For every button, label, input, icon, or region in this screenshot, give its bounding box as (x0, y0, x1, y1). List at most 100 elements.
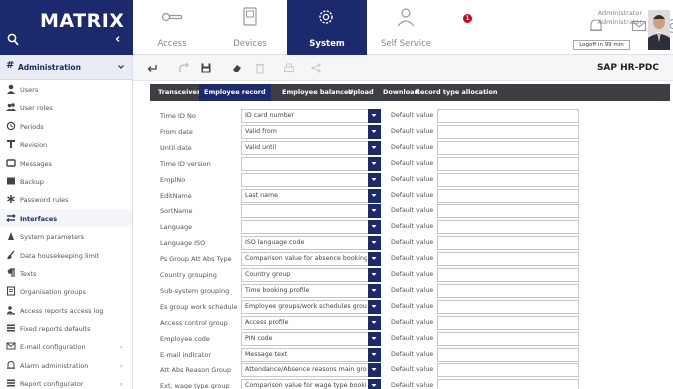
field-mapping-value: Access profile (245, 318, 289, 326)
sidebar-section-administration[interactable]: # Administration (0, 55, 132, 80)
save-icon[interactable] (200, 62, 212, 74)
default-value-input[interactable] (437, 124, 579, 139)
field-label: SortName (160, 207, 193, 216)
nav-devices[interactable]: Devices (211, 0, 289, 55)
default-value-label: Default value (391, 382, 434, 389)
default-value-input[interactable] (437, 331, 579, 346)
dropdown-button[interactable] (368, 220, 381, 235)
sidebar-item-revision[interactable]: Revision (0, 135, 132, 153)
dropdown-button[interactable] (368, 236, 381, 251)
logoff-button[interactable]: Logoff in 99 min (573, 40, 630, 50)
sidebar-section-label: Administration (18, 63, 81, 72)
sidebar-item-texts[interactable]: Texts (0, 264, 132, 282)
chevron-down-icon (371, 209, 377, 213)
default-value-input[interactable] (437, 268, 579, 282)
default-value-input[interactable] (437, 172, 579, 187)
notification-badge: 1 (463, 14, 472, 23)
field-mapping-select[interactable]: Attendance/Absence reasons main group (241, 363, 381, 378)
sidebar-item-system-parameters[interactable]: System parameters (0, 227, 132, 245)
search-icon[interactable] (7, 33, 19, 47)
field-mapping-select[interactable]: Last name (241, 188, 381, 203)
default-value-input[interactable] (437, 236, 579, 251)
sidebar-item-messages[interactable]: Messages (0, 154, 132, 172)
dropdown-button[interactable] (368, 331, 381, 346)
tab-record-type-allocation[interactable]: Record type allocation (410, 84, 503, 101)
sidebar-item-interfaces[interactable]: Interfaces (0, 208, 132, 228)
dropdown-button[interactable] (368, 347, 381, 362)
sidebar-item-periods[interactable]: Periods (0, 117, 132, 135)
revision-icon (7, 140, 15, 149)
avatar[interactable] (648, 10, 670, 50)
dropdown-button[interactable] (368, 124, 381, 139)
default-value-input[interactable] (437, 283, 579, 298)
sidebar-item-data-housekeeping-limit[interactable]: Data housekeeping limit (0, 246, 132, 264)
field-mapping-select[interactable] (241, 172, 381, 187)
default-value-input[interactable] (437, 109, 579, 123)
dropdown-button[interactable] (368, 252, 381, 267)
default-value-input[interactable] (437, 347, 579, 362)
eraser-icon[interactable] (231, 62, 243, 74)
sidebar-item-access-reports-access-log[interactable]: Access reports access log (0, 301, 132, 319)
dropdown-button[interactable] (368, 156, 381, 171)
field-mapping-select[interactable]: ISO language code (241, 236, 381, 251)
dropdown-button[interactable] (368, 283, 381, 298)
delete-icon[interactable] (254, 62, 266, 74)
dropdown-button[interactable] (368, 140, 381, 155)
dropdown-button[interactable] (368, 172, 381, 187)
field-mapping-select[interactable]: Comparison value for absence booking (241, 252, 381, 267)
default-value-input[interactable] (437, 220, 579, 235)
default-value-input[interactable] (437, 299, 579, 314)
field-mapping-select[interactable]: Valid from (241, 124, 381, 139)
print-icon[interactable] (283, 62, 295, 74)
field-mapping-select[interactable]: Country group (241, 268, 381, 282)
field-mapping-select[interactable]: Time booking profile (241, 283, 381, 298)
sidebar-item-fixed-reports-defaults[interactable]: Fixed reports defaults (0, 319, 132, 337)
nav-self-service[interactable]: Self Service (367, 0, 445, 55)
field-mapping-select[interactable] (241, 156, 381, 171)
sidebar-item-backup[interactable]: Backup (0, 172, 132, 190)
sidebar-item-user-roles[interactable]: User roles (0, 98, 132, 116)
share-icon[interactable] (310, 62, 322, 74)
default-value-input[interactable] (437, 379, 579, 389)
dropdown-button[interactable] (368, 315, 381, 330)
default-value-input[interactable] (437, 204, 579, 219)
field-mapping-select[interactable]: Employee groups/work schedules group (241, 299, 381, 314)
dropdown-button[interactable] (368, 109, 381, 123)
field-mapping-select[interactable]: Comparison value for wage type booking (241, 379, 381, 389)
field-mapping-select[interactable]: Access profile (241, 315, 381, 330)
back-icon[interactable] (146, 62, 158, 74)
field-mapping-select[interactable]: PIN code (241, 331, 381, 346)
dropdown-button[interactable] (368, 204, 381, 219)
nav-system[interactable]: System (287, 0, 367, 55)
default-value-input[interactable] (437, 315, 579, 330)
field-mapping-select[interactable]: Message text (241, 347, 381, 362)
tab-employee-record[interactable]: Employee record (199, 84, 271, 101)
field-mapping-select[interactable]: ID card number (241, 109, 381, 123)
default-value-input[interactable] (437, 363, 579, 378)
field-mapping-select[interactable]: Valid until (241, 140, 381, 155)
dropdown-button[interactable] (368, 379, 381, 389)
sidebar-item-password-rules[interactable]: Password rules (0, 190, 132, 208)
default-value-input[interactable] (437, 188, 579, 203)
sidebar-item-report-configurator[interactable]: Report configurator › (0, 374, 132, 389)
field-label: Es group work schedule (160, 302, 238, 311)
dropdown-button[interactable] (368, 188, 381, 203)
collapse-sidebar-icon[interactable]: ‹ (115, 33, 120, 47)
field-mapping-select[interactable] (241, 220, 381, 235)
nav-access[interactable]: Access (133, 0, 211, 55)
sidebar-item-e-mail-configuration[interactable]: E-mail configuration › (0, 337, 132, 355)
sidebar-item-alarm-administration[interactable]: Alarm administration › (0, 356, 132, 374)
default-value-input[interactable] (437, 252, 579, 267)
tab-transceiver[interactable]: Transceiver (153, 84, 205, 101)
hash-icon: # (6, 60, 15, 71)
tab-upload[interactable]: Upload (343, 84, 379, 101)
default-value-input[interactable] (437, 156, 579, 171)
dropdown-button[interactable] (368, 363, 381, 378)
dropdown-button[interactable] (368, 299, 381, 314)
sidebar-item-organisation-groups[interactable]: Organisation groups (0, 282, 132, 300)
sidebar-item-users[interactable]: Users (0, 80, 132, 98)
dropdown-button[interactable] (368, 268, 381, 282)
field-mapping-select[interactable] (241, 204, 381, 219)
default-value-input[interactable] (437, 140, 579, 155)
new-record-icon[interactable] (178, 62, 190, 74)
